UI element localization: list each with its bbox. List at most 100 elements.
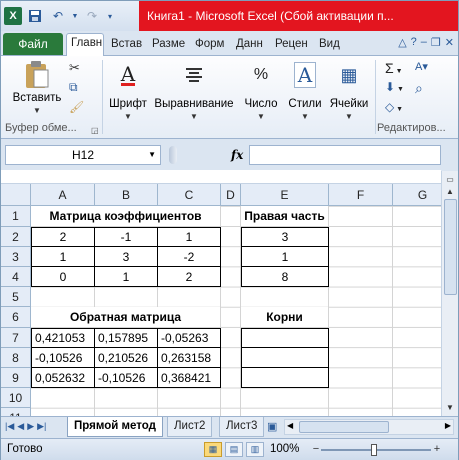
cell-E1[interactable]: Правая часть <box>241 206 329 227</box>
cell-B3[interactable]: 3 <box>95 247 158 267</box>
clear-icon[interactable]: ◇ ▼ <box>385 100 451 120</box>
column-header[interactable]: B <box>95 184 158 206</box>
cell-E2[interactable]: 3 <box>241 227 329 247</box>
cell-B4[interactable]: 1 <box>95 267 158 287</box>
next-sheet-icon[interactable]: ▶ <box>27 421 34 432</box>
font-button[interactable]: A Шрифт ▼ <box>107 60 149 122</box>
row-header[interactable]: 6 <box>1 307 31 328</box>
close-workbook-icon[interactable]: ✕ <box>445 36 454 49</box>
window-controls[interactable] <box>405 1 458 31</box>
scroll-left-icon[interactable]: ◀ <box>287 421 293 430</box>
cell-A9[interactable]: 0,052632 <box>31 368 95 388</box>
cell-A7[interactable]: 0,421053 <box>31 328 95 348</box>
sheet-tab-direct-method[interactable]: Прямой метод <box>67 417 163 437</box>
row-header[interactable]: 11 <box>1 408 31 416</box>
cell-A8[interactable]: -0,10526 <box>31 348 95 368</box>
worksheet-grid[interactable]: A B C D E F G 1 2 3 4 5 6 7 8 9 10 11 Ма… <box>1 184 441 416</box>
formula-bar-splitter[interactable] <box>169 146 177 164</box>
insert-function-icon[interactable]: fx <box>231 148 243 162</box>
vertical-scrollbar[interactable]: ▭ ▲ ▼ <box>441 171 458 416</box>
scroll-thumb[interactable] <box>444 199 457 295</box>
restore-window-icon[interactable]: ❐ <box>431 36 441 49</box>
copy-icon[interactable]: ⧉ <box>69 80 89 100</box>
tab-view[interactable]: Вид <box>315 35 343 55</box>
tab-data[interactable]: Данн <box>232 35 268 55</box>
tab-home[interactable]: Главн <box>66 33 104 56</box>
row-header[interactable]: 10 <box>1 388 31 408</box>
save-icon[interactable] <box>25 6 45 26</box>
column-header[interactable]: E <box>241 184 329 206</box>
cell-E9[interactable] <box>241 368 329 388</box>
select-all-corner[interactable] <box>1 184 31 206</box>
formula-input[interactable] <box>249 145 441 165</box>
cell-B9[interactable]: -0,10526 <box>95 368 158 388</box>
scroll-split-icon[interactable]: ▭ <box>444 173 456 185</box>
cell-B8[interactable]: 0,210526 <box>95 348 158 368</box>
minimize-ribbon-icon[interactable]: △ <box>398 36 406 49</box>
row-header[interactable]: 8 <box>1 348 31 368</box>
find-select-icon[interactable]: ⌕ <box>415 80 451 97</box>
cell-A4[interactable]: 0 <box>31 267 95 287</box>
undo-icon[interactable]: ↶ <box>48 6 68 26</box>
cell-A2[interactable]: 2 <box>31 227 95 247</box>
row-header[interactable]: 5 <box>1 287 31 307</box>
cell-A3[interactable]: 1 <box>31 247 95 267</box>
zoom-level[interactable]: 100% <box>270 443 299 455</box>
zoom-out-icon[interactable]: − <box>311 444 321 456</box>
zoom-slider[interactable]: − + <box>311 444 441 456</box>
cell-C2[interactable]: 1 <box>158 227 221 247</box>
sheet-tab-list2[interactable]: Лист2 <box>167 417 213 437</box>
redo-icon[interactable]: ↷ <box>82 6 102 26</box>
name-box-dropdown-icon[interactable]: ▼ <box>148 150 156 159</box>
prev-sheet-icon[interactable]: ◀ <box>17 421 24 432</box>
tab-formulas[interactable]: Форм <box>191 35 229 55</box>
tab-page-layout[interactable]: Разме <box>148 35 188 55</box>
clipboard-launcher-icon[interactable]: ◲ <box>91 126 99 135</box>
row-header[interactable]: 9 <box>1 368 31 388</box>
name-box[interactable]: H12 ▼ <box>5 145 161 165</box>
scroll-up-icon[interactable]: ▲ <box>444 185 456 197</box>
zoom-thumb[interactable] <box>370 444 377 456</box>
cell-E4[interactable]: 8 <box>241 267 329 287</box>
number-button[interactable]: % Число ▼ <box>241 60 281 121</box>
page-break-view-icon[interactable]: ▥ <box>246 442 264 457</box>
cells-button[interactable]: ▦ Ячейки ▼ <box>327 60 371 122</box>
zoom-in-icon[interactable]: + <box>432 444 442 456</box>
cell-E3[interactable]: 1 <box>241 247 329 267</box>
cell-C4[interactable]: 2 <box>158 267 221 287</box>
row-header[interactable]: 2 <box>1 227 31 247</box>
cell-E7[interactable] <box>241 328 329 348</box>
sheet-tab-list3[interactable]: Лист3 <box>219 417 265 437</box>
horizontal-scroll-thumb[interactable] <box>299 421 389 433</box>
tab-file[interactable]: Файл <box>3 33 63 55</box>
cell-B7[interactable]: 0,157895 <box>95 328 158 348</box>
page-layout-view-icon[interactable]: ▤ <box>225 442 243 457</box>
column-header[interactable]: C <box>158 184 221 206</box>
scroll-down-icon[interactable]: ▼ <box>444 401 456 413</box>
cut-icon[interactable]: ✂ <box>69 60 89 80</box>
cell-C3[interactable]: -2 <box>158 247 221 267</box>
cell-E6[interactable]: Корни <box>241 307 329 328</box>
row-header[interactable]: 1 <box>1 206 31 227</box>
styles-button[interactable]: A Стили ▼ <box>285 60 325 121</box>
help-icon[interactable]: ? <box>411 36 417 49</box>
column-header[interactable]: D <box>221 184 241 206</box>
minimize-window-icon[interactable]: – <box>421 36 427 49</box>
cell-E8[interactable] <box>241 348 329 368</box>
row-header[interactable]: 7 <box>1 328 31 348</box>
scroll-right-icon[interactable]: ▶ <box>445 421 451 430</box>
column-header[interactable]: A <box>31 184 95 206</box>
row-header[interactable]: 4 <box>1 267 31 287</box>
cell-B2[interactable]: -1 <box>95 227 158 247</box>
column-header[interactable]: F <box>329 184 393 206</box>
insert-sheet-icon[interactable]: ▣ <box>267 420 277 433</box>
cell-C7[interactable]: -0,05263 <box>158 328 221 348</box>
sort-filter-icon[interactable]: A▾ <box>415 60 451 73</box>
cell-A6[interactable]: Обратная матрица <box>31 307 221 328</box>
last-sheet-icon[interactable]: ▶| <box>37 421 46 432</box>
tab-review[interactable]: Рецен <box>271 35 313 55</box>
cell-A1[interactable]: Матрица коэффициентов <box>31 206 221 227</box>
cell-C9[interactable]: 0,368421 <box>158 368 221 388</box>
column-header[interactable]: G <box>393 184 441 206</box>
row-header[interactable]: 3 <box>1 247 31 267</box>
